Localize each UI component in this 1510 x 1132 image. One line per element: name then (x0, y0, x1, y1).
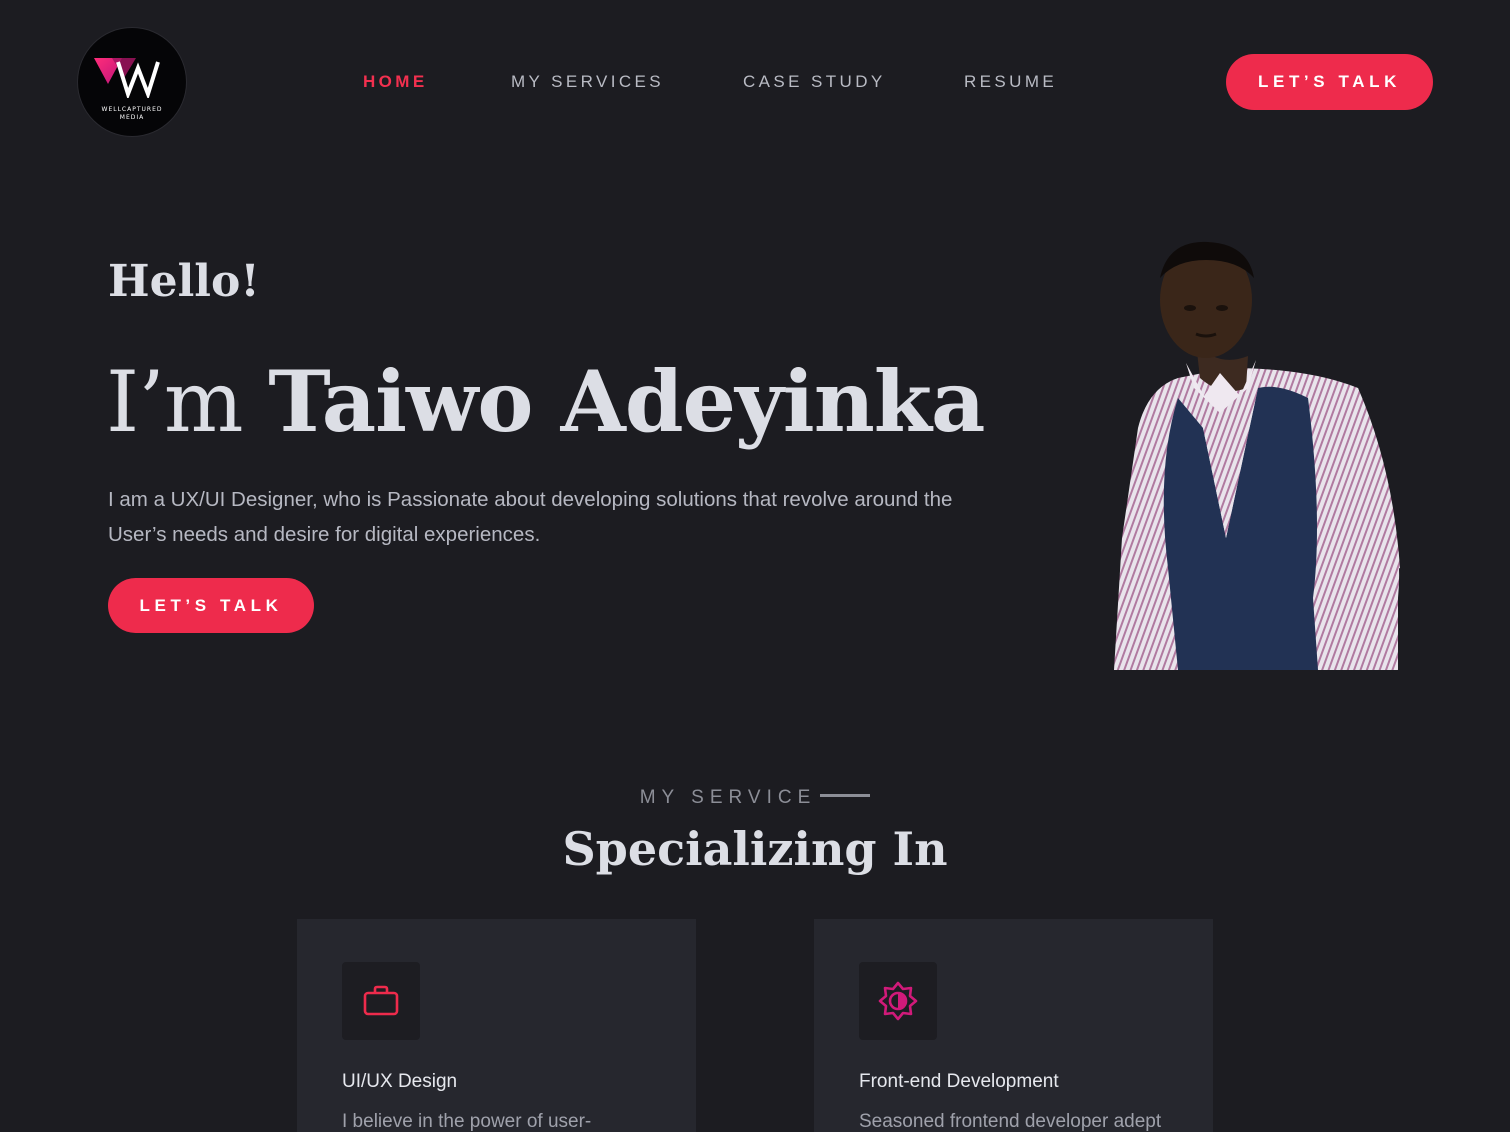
hero-name: Taiwo Adeyinka (268, 352, 985, 451)
service-card-title: UI/UX Design (342, 1071, 458, 1092)
hero-prefix: I’m (106, 353, 244, 451)
header-lets-talk-button[interactable]: LET’S TALK (1226, 54, 1433, 110)
nav-item-my-services[interactable]: MY SERVICES (511, 72, 664, 92)
nav-item-resume[interactable]: RESUME (964, 72, 1057, 92)
nav-item-case-study[interactable]: CASE STUDY (743, 72, 886, 92)
briefcase-icon-box (342, 962, 420, 1040)
service-card-description: Seasoned frontend developer adept (859, 1111, 1162, 1132)
service-card-frontend[interactable]: Front-end Development Seasoned frontend … (814, 919, 1213, 1132)
services-eyebrow-text: MY SERVICE (639, 787, 817, 808)
service-card-title: Front-end Development (859, 1071, 1059, 1092)
hero-intro: I am a UX/UI Designer, who is Passionate… (108, 488, 953, 546)
hero-headline: I’m Taiwo Adeyinka (106, 352, 985, 451)
logo-subtext: MEDIA (119, 114, 145, 121)
brightness-icon-box (859, 962, 937, 1040)
profile-portrait (1114, 241, 1400, 670)
brightness-icon (878, 981, 918, 1021)
eyebrow-divider (820, 794, 871, 798)
logo-text: WELLCAPTURED (101, 106, 163, 113)
briefcase-icon (363, 985, 399, 1016)
service-card-uiux[interactable]: UI/UX Design I believe in the power of u… (297, 919, 696, 1132)
service-card-description: I believe in the power of user- (342, 1111, 592, 1132)
nav-item-home[interactable]: HOME (363, 72, 428, 92)
hero-greeting: Hello! (108, 256, 260, 307)
services-title: Specializing In (562, 822, 948, 876)
hero-lets-talk-button[interactable]: LET’S TALK (108, 578, 314, 633)
services-eyebrow: MY SERVICE (0, 787, 1510, 809)
